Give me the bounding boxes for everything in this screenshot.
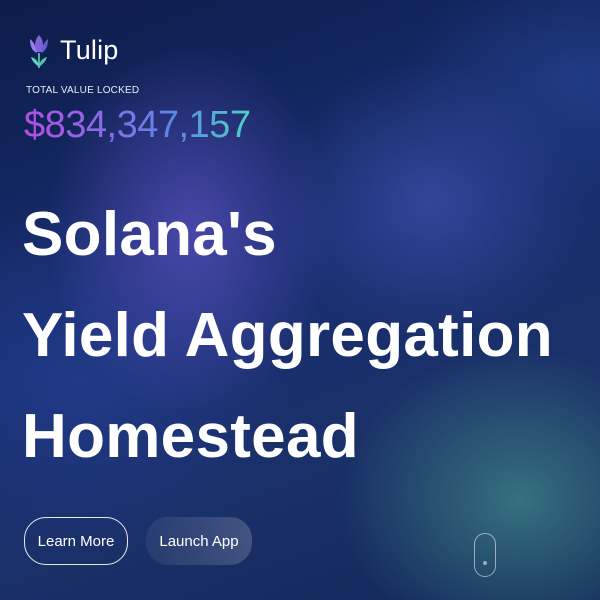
launch-app-button[interactable]: Launch App — [146, 517, 252, 565]
hero-headline: Solana's Yield Aggregation Homestead — [22, 184, 553, 487]
mouse-scroll-icon[interactable] — [474, 533, 496, 577]
tvl-label: TOTAL VALUE LOCKED — [26, 85, 140, 96]
hero-line: Homestead — [22, 402, 359, 471]
hero-line: Yield Aggregation — [22, 301, 553, 370]
hero-line: Solana's — [22, 200, 277, 269]
tulip-icon — [30, 35, 48, 68]
scroll-wheel-dot — [483, 561, 487, 565]
brand-name: Tulip — [60, 34, 119, 65]
tvl-value: $834,347,157 — [24, 104, 251, 146]
brand-logo[interactable]: Tulip — [26, 30, 119, 70]
learn-more-button[interactable]: Learn More — [24, 517, 128, 565]
